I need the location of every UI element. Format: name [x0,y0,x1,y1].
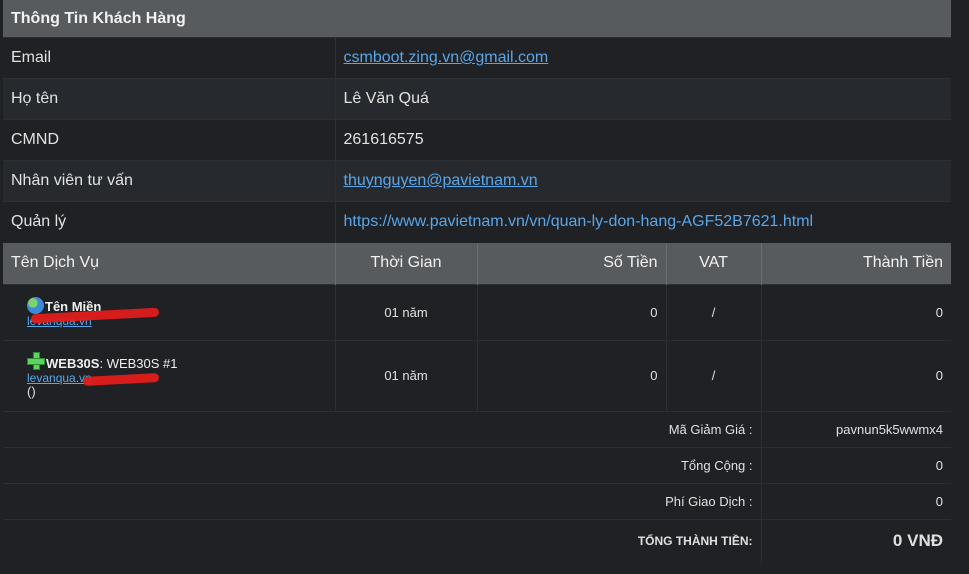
globe-icon [27,297,44,314]
customer-row-id: CMND 261616575 [3,119,951,161]
subtotal-label: Tổng Cộng : [3,446,762,483]
service-domain-link[interactable]: levanqua.vn [27,371,92,385]
service-vat: / [666,340,762,411]
service-name-rest: : WEB30S #1 [99,356,178,372]
id-value: 261616575 [335,119,951,161]
summary-fee-row: Phí Giao Dịch : 0 [3,482,951,519]
grand-total-label: TỔNG THÀNH TIỀN: [3,518,762,563]
customer-row-manage: Quản lý https://www.pavietnam.vn/vn/quan… [3,201,951,243]
services-table: Tên Dịch Vụ Thời Gian Số Tiền VAT Thành … [3,242,951,411]
service-title: WEB30S: WEB30S #1 [27,352,327,371]
name-label: Họ tên [3,78,336,120]
manage-label: Quản lý [3,201,336,243]
grand-total-value: 0 VNĐ [761,518,951,563]
col-amount: Số Tiền [477,242,667,285]
customer-row-consultant: Nhân viên tư vấn thuynguyen@pavietnam.vn [3,160,951,202]
summary-table: Mã Giảm Giá : pavnun5k5wwmx4 Tổng Cộng :… [3,410,951,563]
col-service-name: Tên Dịch Vụ [3,242,336,285]
table-row: WEB30S: WEB30S #1 levanqua.vn () 01 năm … [3,340,951,411]
discount-value: pavnun5k5wwmx4 [761,410,951,447]
customer-row-name: Họ tên Lê Văn Quá [3,78,951,120]
summary-total-row: TỔNG THÀNH TIỀN: 0 VNĐ [3,518,951,563]
service-extra: () [27,384,36,400]
consultant-value: thuynguyen@pavietnam.vn [335,160,951,202]
id-label: CMND [3,119,336,161]
service-amount: 0 [477,340,667,411]
service-total: 0 [761,340,951,411]
consultant-label: Nhân viên tư vấn [3,160,336,202]
order-panel: Thông Tin Khách Hàng Email csmboot.zing.… [3,0,951,563]
services-header-row: Tên Dịch Vụ Thời Gian Số Tiền VAT Thành … [3,242,951,285]
service-duration: 01 năm [335,284,478,341]
subtotal-value: 0 [761,446,951,483]
col-duration: Thời Gian [335,242,478,285]
manage-order-link[interactable]: https://www.pavietnam.vn/vn/quan-ly-don-… [344,213,814,230]
plus-icon [27,352,45,371]
table-row: Tên Miền levanqua.vn 01 năm 0 / 0 [3,284,951,341]
email-link[interactable]: csmboot.zing.vn@gmail.com [344,49,549,66]
email-value: csmboot.zing.vn@gmail.com [335,37,951,79]
col-vat: VAT [666,242,762,285]
fee-value: 0 [761,482,951,519]
service-name-bold: WEB30S [46,356,100,372]
service-duration: 01 năm [335,340,478,411]
service-total: 0 [761,284,951,341]
fee-label: Phí Giao Dịch : [3,482,762,519]
service-sub: levanqua.vn [27,371,327,385]
customer-row-email: Email csmboot.zing.vn@gmail.com [3,37,951,79]
customer-info-table: Email csmboot.zing.vn@gmail.com Họ tên L… [3,37,951,243]
service-name-cell: Tên Miền levanqua.vn [3,284,336,341]
summary-subtotal-row: Tổng Cộng : 0 [3,446,951,483]
name-value: Lê Văn Quá [335,78,951,120]
col-total: Thành Tiền [761,242,951,285]
summary-discount-row: Mã Giảm Giá : pavnun5k5wwmx4 [3,410,951,447]
email-label: Email [3,37,336,79]
service-amount: 0 [477,284,667,341]
service-vat: / [666,284,762,341]
customer-info-header: Thông Tin Khách Hàng [3,0,951,37]
consultant-email-link[interactable]: thuynguyen@pavietnam.vn [344,172,538,189]
manage-value: https://www.pavietnam.vn/vn/quan-ly-don-… [335,201,951,243]
discount-label: Mã Giảm Giá : [3,410,762,447]
service-name-cell: WEB30S: WEB30S #1 levanqua.vn () [3,340,336,411]
